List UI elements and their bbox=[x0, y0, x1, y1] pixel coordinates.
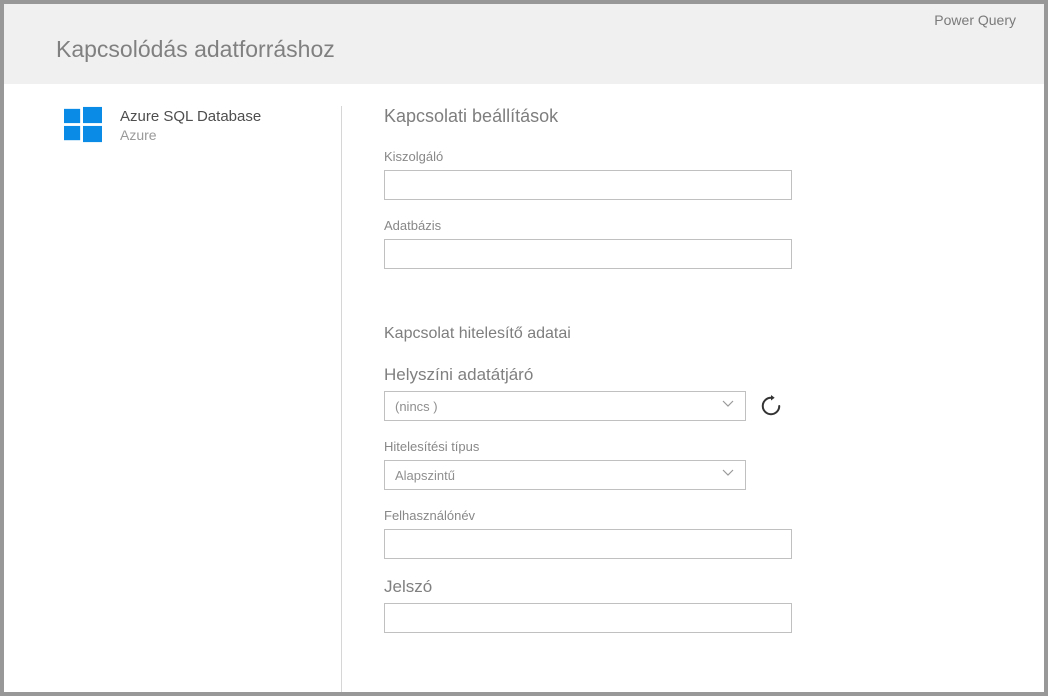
credentials-title: Kapcsolat hitelesítő adatai bbox=[384, 325, 1004, 343]
authtype-selected: Alapszintű bbox=[395, 468, 455, 483]
database-field: Adatbázis bbox=[384, 218, 1004, 269]
connector-category: Azure bbox=[120, 127, 261, 143]
refresh-icon bbox=[760, 395, 782, 417]
settings-title: Kapcsolati beállítások bbox=[384, 106, 1004, 127]
page-title: Kapcsolódás adatforráshoz bbox=[56, 36, 335, 63]
server-input[interactable] bbox=[384, 170, 792, 200]
gateway-label: Helyszíni adatátjáró bbox=[384, 365, 1004, 385]
username-label: Felhasználónév bbox=[384, 508, 1004, 523]
server-label: Kiszolgáló bbox=[384, 149, 1004, 164]
database-label: Adatbázis bbox=[384, 218, 1004, 233]
password-label: Jelszó bbox=[384, 577, 1004, 597]
username-input[interactable] bbox=[384, 529, 792, 559]
server-field: Kiszolgáló bbox=[384, 149, 1004, 200]
gateway-selected: (nincs ) bbox=[395, 399, 438, 414]
username-field: Felhasználónév bbox=[384, 508, 1004, 559]
chevron-down-icon bbox=[721, 397, 735, 416]
main-panel: Kapcsolati beállítások Kiszolgáló Adatbá… bbox=[342, 106, 1044, 692]
refresh-button[interactable] bbox=[758, 393, 784, 419]
dialog-window: Power Query Kapcsolódás adatforráshoz Az… bbox=[4, 4, 1044, 692]
password-field: Jelszó bbox=[384, 577, 1004, 633]
dialog-header: Power Query Kapcsolódás adatforráshoz bbox=[4, 4, 1044, 84]
password-input[interactable] bbox=[384, 603, 792, 633]
connector-name: Azure SQL Database bbox=[120, 108, 261, 125]
authtype-label: Hitelesítési típus bbox=[384, 439, 1004, 454]
dialog-body: Azure SQL Database Azure Kapcsolati beál… bbox=[4, 84, 1044, 692]
authtype-select[interactable]: Alapszintű bbox=[384, 460, 746, 490]
database-input[interactable] bbox=[384, 239, 792, 269]
authtype-field: Hitelesítési típus Alapszintű bbox=[384, 439, 1004, 490]
brand-label: Power Query bbox=[934, 12, 1016, 28]
connector-item[interactable]: Azure SQL Database Azure bbox=[64, 106, 341, 144]
gateway-field: Helyszíni adatátjáró (nincs ) bbox=[384, 365, 1004, 421]
windows-icon bbox=[64, 106, 102, 144]
gateway-select[interactable]: (nincs ) bbox=[384, 391, 746, 421]
chevron-down-icon bbox=[721, 466, 735, 485]
sidebar: Azure SQL Database Azure bbox=[4, 106, 342, 692]
